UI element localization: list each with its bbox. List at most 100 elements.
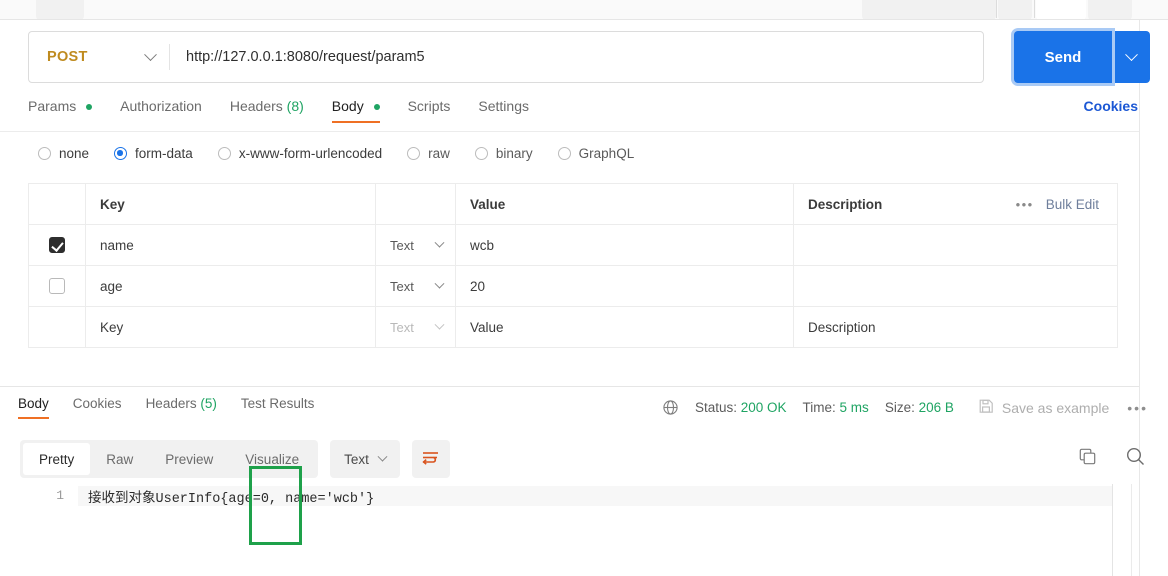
row-value-age[interactable]: 20 <box>470 279 485 294</box>
response-tabs: Body Cookies Headers (5) Test Results <box>18 396 338 419</box>
new-row-type-dropdown[interactable]: Text <box>376 307 456 347</box>
row-description-name[interactable] <box>794 225 1117 265</box>
row-type-label: Text <box>390 278 414 294</box>
url-input[interactable] <box>170 49 983 65</box>
row-checkbox-name[interactable] <box>49 237 65 253</box>
copy-icon[interactable] <box>1078 447 1097 466</box>
radio-icon <box>557 147 571 160</box>
bulk-edit-button[interactable]: Bulk Edit <box>1046 197 1099 212</box>
globe-icon[interactable] <box>662 399 679 416</box>
save-as-example-label: Save as example <box>1001 399 1110 416</box>
body-type-form-data-label: form-data <box>135 146 193 161</box>
send-options-button[interactable] <box>1112 31 1150 83</box>
empty-row-checkbox-cell <box>29 307 86 347</box>
new-row-key-input[interactable]: Key <box>100 320 123 335</box>
body-type-raw[interactable]: raw <box>407 146 450 161</box>
response-tab-test-results[interactable]: Test Results <box>241 396 315 419</box>
body-type-form-data[interactable]: form-data <box>114 146 193 161</box>
row-description-age[interactable] <box>794 266 1117 306</box>
response-tab-body-label: Body <box>18 396 49 411</box>
response-body-viewer[interactable]: 1 接收到对象UserInfo{age=0, name='wcb'} <box>0 484 1139 576</box>
right-pane-border <box>1139 20 1140 576</box>
form-data-table: Key Value Description ••• Bulk Edit name… <box>28 183 1118 348</box>
save-disk-icon <box>978 398 994 417</box>
viewer-mode-group: Pretty Raw Preview Visualize <box>20 440 319 478</box>
header-cell-type <box>376 184 456 224</box>
new-row-description-input[interactable]: Description <box>808 320 876 335</box>
http-method-dropdown[interactable]: POST <box>29 32 169 82</box>
tab-body-label: Body <box>331 98 364 114</box>
viewer-mode-visualize[interactable]: Visualize <box>229 443 315 475</box>
body-type-urlencoded[interactable]: x-www-form-urlencoded <box>217 146 382 161</box>
send-button[interactable]: Send <box>1014 31 1112 83</box>
tab-body[interactable]: Body <box>331 98 380 123</box>
tab-authorization[interactable]: Authorization <box>120 98 202 123</box>
save-as-example-button[interactable]: Save as example <box>978 398 1109 417</box>
row-key-name[interactable]: name <box>100 238 134 253</box>
row-type-dropdown-age[interactable]: Text <box>376 266 456 306</box>
new-row-value-input[interactable]: Value <box>470 320 504 335</box>
viewer-mode-preview[interactable]: Preview <box>149 443 229 475</box>
tab-ghost-add[interactable] <box>1088 0 1132 20</box>
request-tabs-underline <box>0 131 1139 132</box>
line-number: 1 <box>56 488 64 503</box>
viewer-mode-pretty[interactable]: Pretty <box>23 443 91 475</box>
body-type-radio-group: none form-data x-www-form-urlencoded raw… <box>38 146 659 161</box>
row-checkbox-age[interactable] <box>49 278 65 294</box>
line-number-gutter: 1 <box>0 484 78 576</box>
chevron-down-icon <box>377 451 388 462</box>
code-scrollbar-track[interactable] <box>1131 484 1132 576</box>
body-type-graphql[interactable]: GraphQL <box>557 146 634 161</box>
status-label-text: Status: <box>694 400 737 415</box>
ellipsis-icon[interactable]: ••• <box>1016 197 1034 212</box>
row-value-name[interactable]: wcb <box>470 238 494 253</box>
row-type-label: Text <box>390 237 414 253</box>
tab-ghost-left[interactable] <box>36 0 84 20</box>
time-label: Time: 5 ms <box>803 400 869 415</box>
response-tab-headers[interactable]: Headers (5) <box>146 396 217 419</box>
tab-strip-divider-1 <box>996 0 997 18</box>
http-method-label: POST <box>47 49 88 65</box>
tab-strip-cropped <box>0 0 1168 20</box>
response-tab-headers-label: Headers <box>145 396 197 411</box>
chevron-down-icon <box>434 237 445 248</box>
tab-ghost-right[interactable] <box>998 0 1032 20</box>
body-type-binary[interactable]: binary <box>474 146 533 161</box>
row-type-dropdown-name[interactable]: Text <box>376 225 456 265</box>
search-icon[interactable] <box>1125 446 1146 467</box>
tab-headers-label: Headers <box>229 98 283 114</box>
tab-settings-label: Settings <box>478 98 529 114</box>
table-row-empty: Key Text Value Description <box>29 307 1117 348</box>
body-type-none[interactable]: none <box>38 146 89 161</box>
response-tab-cookies[interactable]: Cookies <box>73 396 122 419</box>
body-type-raw-label: raw <box>428 146 450 161</box>
viewer-format-dropdown[interactable]: Text <box>330 440 400 478</box>
size-value: 206 B <box>918 400 954 415</box>
radio-selected-icon <box>114 147 128 160</box>
tab-scripts-label: Scripts <box>407 98 451 114</box>
tab-ghost-group[interactable] <box>862 0 996 20</box>
response-more-icon[interactable]: ••• <box>1127 400 1148 416</box>
status-label: Status: 200 OK <box>695 400 787 415</box>
tab-headers[interactable]: Headers (8) <box>230 98 304 123</box>
viewer-mode-raw[interactable]: Raw <box>90 443 149 475</box>
tab-params[interactable]: Params <box>28 98 93 123</box>
code-line-1: 接收到对象UserInfo{age=0, name='wcb'} <box>78 486 1113 507</box>
unsaved-dot-icon <box>86 104 93 110</box>
tab-scripts[interactable]: Scripts <box>408 98 451 123</box>
response-meta: Status: 200 OK Time: 5 ms Size: 206 B Sa… <box>662 398 1148 417</box>
tab-ghost-selected[interactable] <box>1036 0 1086 20</box>
request-bar: POST Send <box>28 31 1150 83</box>
response-splitter[interactable] <box>0 386 1139 387</box>
tab-settings[interactable]: Settings <box>478 98 529 123</box>
chevron-down-icon <box>1124 47 1138 61</box>
response-tab-body[interactable]: Body <box>18 396 49 419</box>
status-value: 200 OK <box>740 400 787 415</box>
cookies-link[interactable]: Cookies <box>1084 98 1138 114</box>
wrap-text-button[interactable] <box>411 440 450 478</box>
body-type-binary-label: binary <box>495 146 533 161</box>
response-tab-headers-count: (5) <box>200 396 217 411</box>
row-key-age[interactable]: age <box>100 279 123 294</box>
header-cell-checkbox <box>29 184 86 224</box>
chevron-down-icon <box>434 319 445 330</box>
